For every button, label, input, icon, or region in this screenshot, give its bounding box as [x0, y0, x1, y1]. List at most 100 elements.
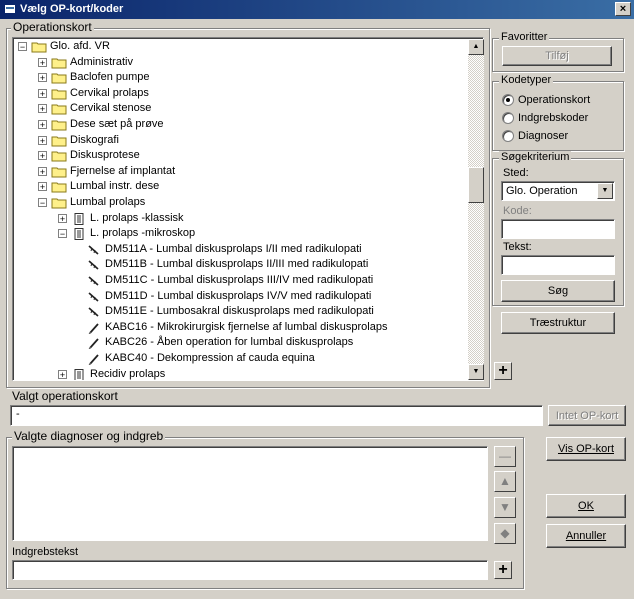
kode-label: Kode: [503, 205, 532, 217]
app-icon [5, 5, 15, 13]
tree-item[interactable]: DM511A - Lumbal diskusprolaps I/II med r… [13, 242, 468, 258]
kodetyper-label: Kodetyper [499, 74, 554, 86]
intet-op-kort-button[interactable]: Intet OP-kort [548, 405, 626, 426]
tilfoej-button[interactable]: Tilføj [502, 46, 612, 66]
sted-select[interactable]: Glo. Operation ▼ [501, 181, 615, 201]
tree-item-label: Fjernelse af implantat [70, 164, 176, 177]
move-down-button[interactable]: ▼ [494, 497, 516, 518]
tree-item[interactable]: + Diskografi [13, 133, 468, 149]
tree-item-label: KABC26 - Åben operation for lumbal disku… [105, 336, 354, 349]
expand-icon[interactable]: + [58, 213, 67, 223]
expand-icon[interactable]: + [38, 166, 47, 176]
scroll-thumb[interactable] [468, 167, 484, 203]
expand-icon[interactable]: + [58, 369, 67, 379]
valgte-list[interactable] [12, 446, 488, 541]
tree-item-label: Diskusprotese [70, 149, 140, 162]
add-indgrebstekst-button[interactable]: + [494, 561, 512, 579]
folder-icon [51, 73, 67, 84]
collapse-icon[interactable]: − [38, 198, 47, 208]
soegekriterium-label: Søgekriterium [499, 151, 572, 163]
document-icon [74, 212, 84, 225]
tree-item[interactable]: DM511E - Lumbosakral diskusprolaps med r… [13, 304, 468, 320]
ok-button[interactable]: OK [546, 494, 626, 518]
tree-item[interactable]: − L. prolaps -mikroskop [13, 226, 468, 242]
tekst-field[interactable] [501, 255, 615, 275]
tree-item[interactable]: DM511B - Lumbal diskusprolaps II/III med… [13, 257, 468, 273]
scroll-down-button[interactable]: ▼ [468, 364, 484, 380]
expand-icon[interactable]: + [38, 151, 47, 161]
collapse-icon[interactable]: − [58, 229, 67, 239]
tree-item[interactable]: + Dese sæt på prøve [13, 117, 468, 133]
window-title: Vælg OP-kort/koder [20, 3, 124, 15]
expand-icon[interactable]: + [38, 88, 47, 98]
close-button[interactable]: × [615, 2, 631, 16]
operationskort-tree[interactable]: − Glo. afd. VR + Administrativ + Baclofen pum… [12, 37, 484, 381]
remove-button[interactable]: — [494, 446, 516, 467]
radio-operationskort-label: Operationskort [518, 94, 591, 106]
expand-icon[interactable]: + [38, 104, 47, 114]
tree-item[interactable]: − Lumbal prolaps [13, 195, 468, 211]
tree-item-label: DM511A - Lumbal diskusprolaps I/II med r… [105, 242, 362, 255]
expand-icon[interactable]: + [38, 73, 47, 83]
diagnosis-icon [88, 245, 99, 255]
kode-field[interactable] [501, 219, 615, 239]
tree-item[interactable]: DM511C - Lumbal diskusprolaps III/IV med… [13, 273, 468, 289]
tree-item[interactable]: − Glo. afd. VR [13, 39, 468, 55]
traestruktur-button[interactable]: Træstruktur [501, 312, 615, 334]
tree-item-label: Administrativ [70, 55, 133, 68]
tree-item[interactable]: KABC16 - Mikrokirurgisk fjernelse af lum… [13, 320, 468, 336]
tekst-label: Tekst: [503, 241, 532, 253]
valgt-operationskort-label: Valgt operationskort [12, 389, 118, 403]
indgrebstekst-label: Indgrebstekst [12, 546, 79, 558]
search-button[interactable]: Søg [501, 280, 615, 302]
vis-op-kort-button[interactable]: Vis OP-kort [546, 437, 626, 461]
operationskort-label: Operationskort [11, 20, 94, 34]
chevron-down-icon[interactable]: ▼ [597, 183, 613, 199]
expand-icon[interactable]: + [38, 120, 47, 130]
tree-item-label: Cervikal prolaps [70, 86, 149, 99]
tree-item[interactable]: + Cervikal stenose [13, 101, 468, 117]
expand-icon[interactable]: + [38, 135, 47, 145]
tree-item[interactable]: + Baclofen pumpe [13, 70, 468, 86]
tree-item-label: Baclofen pumpe [70, 71, 150, 84]
radio-diagnoser[interactable] [502, 130, 514, 142]
sted-select-value: Glo. Operation [506, 185, 578, 197]
radio-indgrebskoder-label: Indgrebskoder [518, 112, 589, 124]
edit-button[interactable]: ◆ [494, 523, 516, 544]
tree-item-label: Cervikal stenose [70, 102, 152, 115]
expand-icon[interactable]: + [38, 182, 47, 192]
tree-item-label: Recidiv prolaps [90, 367, 166, 380]
annuller-button[interactable]: Annuller [546, 524, 626, 548]
indgrebstekst-field[interactable] [12, 560, 488, 580]
tree-item[interactable]: + Cervikal prolaps [13, 86, 468, 102]
tree-item-label: L. prolaps -mikroskop [90, 227, 196, 240]
tree-item[interactable]: + Recidiv prolaps [13, 367, 468, 380]
scroll-up-button[interactable]: ▲ [468, 39, 484, 55]
tree-scrollbar[interactable]: ▲ ▼ [468, 39, 484, 380]
tree-item-label: Lumbal instr. dese [70, 180, 160, 193]
valgt-operationskort-field[interactable]: - [10, 405, 543, 426]
folder-icon [51, 89, 67, 100]
procedure-icon [88, 354, 99, 365]
radio-diagnoser-label: Diagnoser [518, 130, 569, 142]
tree-item-label: Diskografi [70, 133, 119, 146]
diagnosis-icon [88, 260, 99, 270]
expand-icon[interactable]: + [38, 57, 47, 67]
valgt-operationskort-value: - [16, 408, 20, 420]
tree-item[interactable]: KABC26 - Åben operation for lumbal disku… [13, 335, 468, 351]
folder-icon [51, 151, 67, 162]
tree-item[interactable]: KABC40 - Dekompression af cauda equina [13, 351, 468, 367]
tree-item-label: Dese sæt på prøve [70, 118, 164, 130]
tree-item[interactable]: + Lumbal instr. dese [13, 179, 468, 195]
move-up-button[interactable]: ▲ [494, 471, 516, 492]
tree-item[interactable]: + Fjernelse af implantat [13, 164, 468, 180]
collapse-icon[interactable]: − [18, 42, 27, 52]
tree-item[interactable]: + Diskusprotese [13, 148, 468, 164]
tree-item[interactable]: + L. prolaps -klassisk [13, 211, 468, 227]
radio-operationskort[interactable] [502, 94, 514, 106]
tree-item[interactable]: DM511D - Lumbal diskusprolaps IV/V med r… [13, 289, 468, 305]
folder-icon [51, 120, 67, 131]
add-operationskort-button[interactable]: + [494, 362, 512, 380]
tree-item[interactable]: + Administrativ [13, 55, 468, 71]
radio-indgrebskoder[interactable] [502, 112, 514, 124]
